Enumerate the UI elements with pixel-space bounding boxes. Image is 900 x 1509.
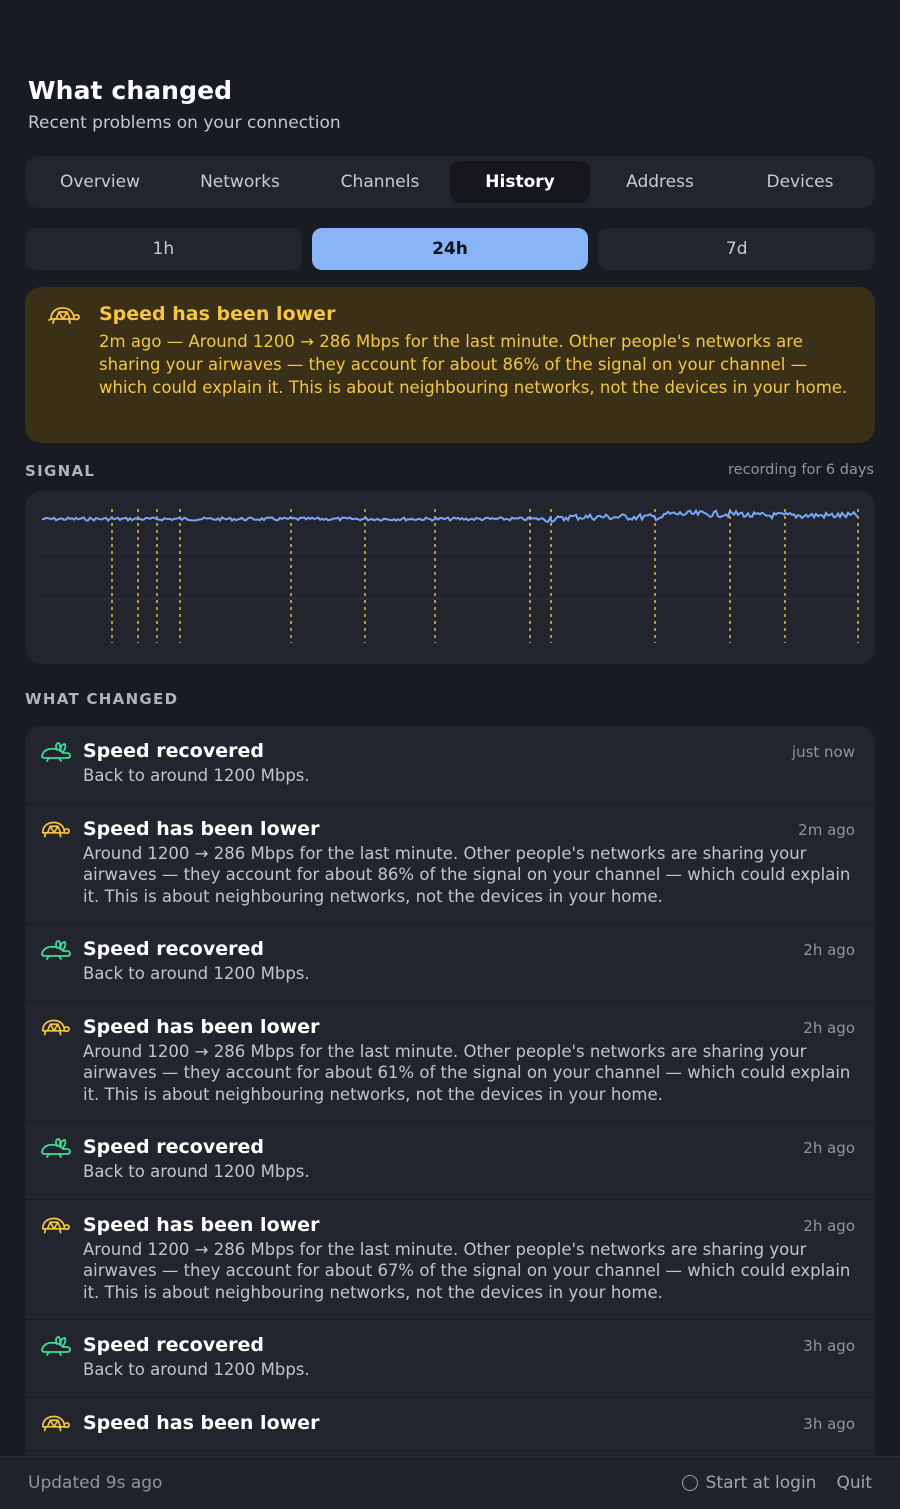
footer-actions: Start at login Quit [681,1473,872,1493]
range-7d-button[interactable]: 7d [598,228,876,270]
list-item[interactable]: Speed has been lower Around 1200 → 286 M… [25,1002,875,1122]
event-time: 2h ago [803,1018,855,1037]
signal-section-label: SIGNAL [25,462,96,480]
event-body: Around 1200 → 286 Mbps for the last minu… [83,843,851,906]
recording-duration: recording for 6 days [728,462,874,478]
tab-bar: Overview Networks Channels History Addre… [25,156,875,208]
event-body: Back to around 1200 Mbps. [83,766,310,785]
speed-alert-banner: Speed has been lower 2m ago — Around 120… [25,287,875,443]
tab-history[interactable]: History [450,161,590,203]
list-item[interactable]: Speed has been lower Around 1200 → 286 M… [25,804,875,924]
start-at-login-label: Start at login [705,1473,817,1493]
event-markers [111,509,859,643]
turtle-icon [41,1019,70,1035]
signal-line [41,508,859,524]
list-item[interactable]: Speed recovered Back to around 1200 Mbps… [25,1320,875,1398]
event-time: 2m ago [798,820,855,839]
tab-devices[interactable]: Devices [730,161,870,203]
event-title: Speed has been lower [83,1213,320,1236]
event-body: Around 1200 → 286 Mbps for the last minu… [83,1239,851,1302]
tab-overview[interactable]: Overview [30,161,170,203]
footer-bar: Updated 9s ago Start at login Quit [0,1456,900,1509]
list-item[interactable]: Speed has been lower Around 1200 → 286 M… [25,1200,875,1320]
tab-networks[interactable]: Networks [170,161,310,203]
page-title: What changed [28,76,233,105]
event-body: Back to around 1200 Mbps. [83,1360,310,1379]
event-title: Speed recovered [83,1136,264,1158]
rabbit-icon [41,1138,71,1158]
turtle-icon [47,303,85,443]
turtle-icon [41,1415,70,1431]
turtle-icon [41,1217,70,1233]
list-item[interactable]: Speed recovered Back to around 1200 Mbps… [25,726,875,804]
event-body: Back to around 1200 Mbps. [83,964,310,983]
page-header: What changed Recent problems on your con… [28,76,341,133]
event-title: Speed recovered [83,1334,264,1356]
tab-address[interactable]: Address [590,161,730,203]
alert-title: Speed has been lower [99,303,336,325]
event-time: 2h ago [803,1216,855,1235]
range-1h-button[interactable]: 1h [25,228,302,270]
list-item[interactable]: Speed recovered Back to around 1200 Mbps… [25,1122,875,1200]
list-item[interactable]: Speed recovered Back to around 1200 Mbps… [25,924,875,1002]
signal-chart [25,491,875,664]
last-updated: Updated 9s ago [28,1473,163,1493]
event-title: Speed has been lower [83,1411,320,1434]
event-title: Speed recovered [83,740,264,762]
event-title: Speed has been lower [83,817,320,840]
event-time: 2h ago [803,941,855,959]
turtle-icon [41,821,70,837]
rabbit-icon [41,1336,71,1356]
range-24h-button[interactable]: 24h [311,228,589,270]
event-time: just now [791,743,855,761]
page-subtitle: Recent problems on your connection [28,113,341,133]
event-title: Speed has been lower [83,1015,320,1038]
what-changed-label: WHAT CHANGED [25,690,179,708]
event-title: Speed recovered [83,938,264,960]
rabbit-icon [41,940,71,960]
time-range-selector: 1h 24h 7d [25,228,876,270]
tab-channels[interactable]: Channels [310,161,450,203]
signal-chart-plot [41,508,859,643]
quit-button[interactable]: Quit [836,1473,872,1493]
alert-body: 2m ago — Around 1200 → 286 Mbps for the … [99,332,848,397]
event-list: Speed recovered Back to around 1200 Mbps… [25,726,875,1456]
list-item[interactable]: Speed has been lower 3h ago [25,1398,875,1451]
event-body: Around 1200 → 286 Mbps for the last minu… [83,1041,851,1104]
event-time: 3h ago [803,1337,855,1355]
event-body: Back to around 1200 Mbps. [83,1162,310,1181]
start-at-login-toggle[interactable]: Start at login [681,1473,817,1493]
event-time: 3h ago [803,1414,855,1433]
event-time: 2h ago [803,1139,855,1157]
rabbit-icon [41,742,71,762]
radio-icon [681,1475,698,1491]
